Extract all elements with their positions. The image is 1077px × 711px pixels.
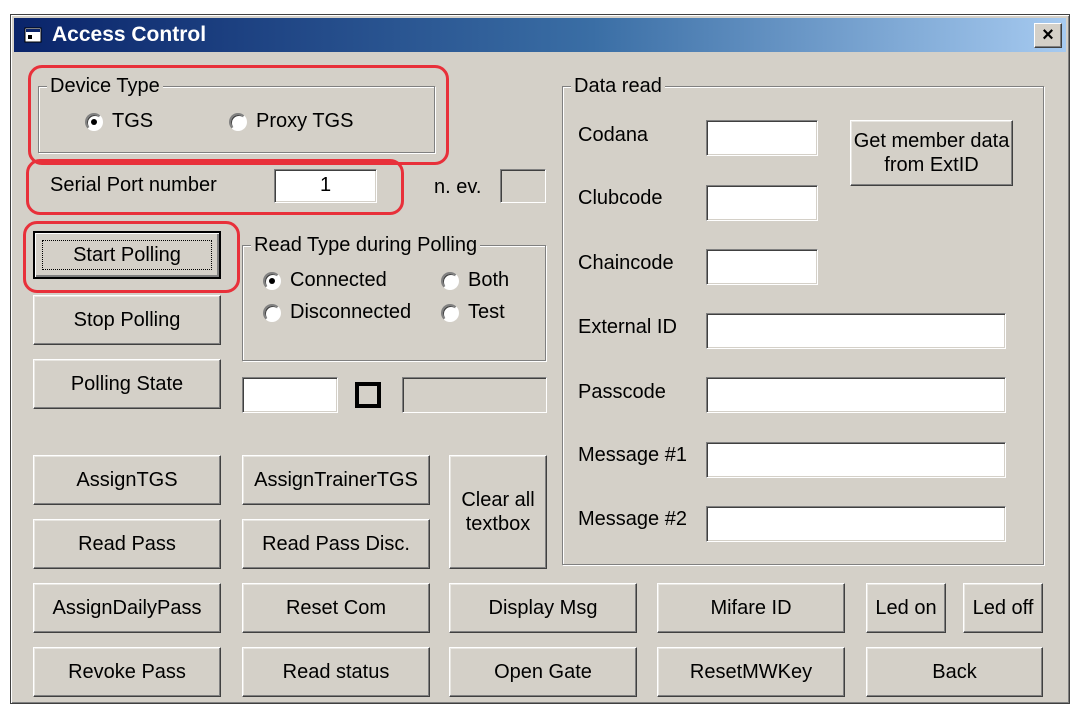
radio-proxy-tgs-label: Proxy TGS [256,110,354,132]
radio-proxy-tgs-indicator [229,112,247,131]
radio-connected-label: Connected [290,269,387,291]
polling-status-indicator [355,382,381,408]
radio-both-indicator [441,271,459,290]
chaincode-field[interactable] [706,249,818,285]
passcode-label: Passcode [578,381,666,403]
message-2-label: Message #2 [578,508,687,530]
message-1-label: Message #1 [578,444,687,466]
radio-disconnected[interactable]: Disconnected [263,301,411,324]
clubcode-field[interactable] [706,185,818,221]
window-title: Access Control [52,23,207,46]
close-icon: × [1042,24,1054,46]
revoke-pass-button[interactable]: Revoke Pass [33,647,221,697]
n-ev-field [500,169,546,203]
codana-label: Codana [578,124,649,146]
radio-tgs[interactable]: TGS [85,110,153,133]
polling-state-label: Polling State [70,373,184,395]
radio-disconnected-indicator [263,303,281,322]
stop-polling-label: Stop Polling [73,309,181,331]
read-pass-disc-button[interactable]: Read Pass Disc. [242,519,430,569]
get-member-data-button[interactable]: Get member data from ExtID [850,120,1013,186]
mifare-id-label: Mifare ID [710,597,792,619]
assign-daily-pass-label: AssignDailyPass [52,597,202,619]
led-on-label: Led on [875,597,937,619]
stop-polling-button[interactable]: Stop Polling [33,295,221,345]
led-off-label: Led off [972,597,1034,619]
clear-all-textbox-button[interactable]: Clear all textbox [449,455,547,569]
radio-both-label: Both [468,269,510,291]
read-status-button[interactable]: Read status [242,647,430,697]
read-type-label: Read Type during Polling [251,233,481,257]
radio-tgs-indicator [85,112,103,131]
n-ev-label: n. ev. [434,176,482,198]
back-label: Back [932,661,977,683]
read-pass-disc-label: Read Pass Disc. [262,533,410,555]
reset-com-button[interactable]: Reset Com [242,583,430,633]
revoke-pass-label: Revoke Pass [68,661,186,683]
led-on-button[interactable]: Led on [866,583,946,633]
title-bar[interactable]: Access Control × [14,18,1066,52]
radio-test-label: Test [468,301,505,323]
radio-disconnected-label: Disconnected [290,301,412,323]
read-status-label: Read status [282,661,390,683]
serial-port-label: Serial Port number [50,174,217,196]
device-type-label: Device Type [47,74,163,98]
radio-connected[interactable]: Connected [263,269,387,292]
assign-trainer-tgs-button[interactable]: AssignTrainerTGS [242,455,430,505]
external-id-field[interactable] [706,313,1006,349]
read-pass-button[interactable]: Read Pass [33,519,221,569]
data-read-label: Data read [571,74,665,98]
display-msg-button[interactable]: Display Msg [449,583,637,633]
assign-tgs-button[interactable]: AssignTGS [33,455,221,505]
mifare-id-button[interactable]: Mifare ID [657,583,845,633]
start-polling-button[interactable]: Start Polling [33,231,221,279]
message-1-field[interactable] [706,442,1006,478]
assign-trainer-tgs-label: AssignTrainerTGS [254,469,418,491]
passcode-field[interactable] [706,377,1006,413]
radio-test[interactable]: Test [441,301,505,324]
get-member-data-label: Get member data from ExtID [853,130,1010,176]
polling-state-button[interactable]: Polling State [33,359,221,409]
radio-both[interactable]: Both [441,269,509,292]
external-id-label: External ID [578,316,677,338]
assign-tgs-label: AssignTGS [76,469,178,491]
radio-connected-indicator [263,271,281,290]
led-off-button[interactable]: Led off [963,583,1043,633]
reset-mw-key-label: ResetMWKey [689,661,813,683]
app-window-icon [24,27,42,43]
serial-port-input[interactable]: 1 [274,169,377,203]
open-gate-label: Open Gate [494,661,592,683]
reset-com-label: Reset Com [285,597,387,619]
clubcode-label: Clubcode [578,187,663,209]
chaincode-label: Chaincode [578,252,674,274]
start-polling-label: Start Polling [42,240,212,270]
radio-test-indicator [441,303,459,322]
back-button[interactable]: Back [866,647,1043,697]
close-button[interactable]: × [1034,23,1062,48]
message-2-field[interactable] [706,506,1006,542]
read-pass-label: Read Pass [78,533,176,555]
display-msg-label: Display Msg [488,597,598,619]
access-control-window: Access Control × Device Type TGS Proxy T… [10,14,1070,704]
client-area: Device Type TGS Proxy TGS Serial Port nu… [11,55,1069,703]
codana-field[interactable] [706,120,818,156]
radio-tgs-label: TGS [112,110,154,132]
radio-proxy-tgs[interactable]: Proxy TGS [229,110,353,133]
reset-mw-key-button[interactable]: ResetMWKey [657,647,845,697]
polling-state-field-2 [402,377,547,413]
open-gate-button[interactable]: Open Gate [449,647,637,697]
assign-daily-pass-button[interactable]: AssignDailyPass [33,583,221,633]
polling-state-field[interactable] [242,377,338,413]
clear-all-textbox-label: Clear all textbox [461,489,535,535]
